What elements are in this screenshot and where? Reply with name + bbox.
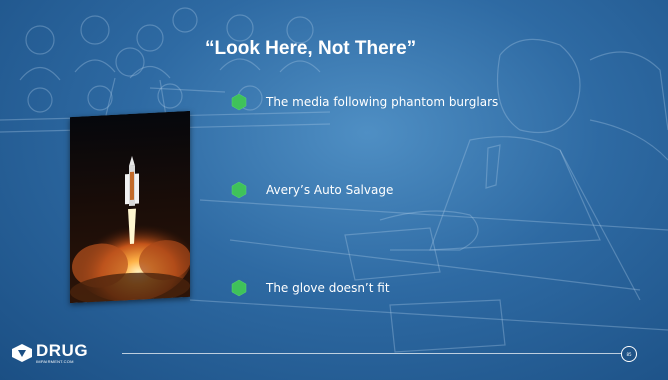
- bullet-item: The media following phantom burglars: [230, 93, 498, 111]
- drug-impairment-logo: DRUG IMPAIRMENT.COM: [10, 342, 88, 364]
- bullet-text: The glove doesn’t fit: [266, 281, 390, 295]
- hexagon-bullet-icon: [231, 279, 247, 297]
- slide-title: “Look Here, Not There”: [205, 38, 417, 59]
- footer-divider: [122, 353, 622, 354]
- logo-brand-text: DRUG: [36, 341, 89, 360]
- hexagon-bullet-icon: [231, 93, 247, 111]
- logo-sub-text: IMPAIRMENT.COM: [36, 359, 74, 364]
- page-number-badge: 85: [621, 346, 637, 362]
- rocket-launch-photo: [70, 110, 190, 304]
- hexagon-bullet-icon: [231, 181, 247, 199]
- presentation-slide: “Look Here, Not There” The media followi…: [0, 0, 668, 380]
- bullet-text: Avery’s Auto Salvage: [266, 183, 394, 197]
- bullet-text: The media following phantom burglars: [266, 95, 499, 109]
- bullet-item: The glove doesn’t fit: [230, 279, 390, 297]
- drug-impairment-logo-icon: [12, 344, 32, 362]
- bullet-item: Avery’s Auto Salvage: [230, 181, 393, 199]
